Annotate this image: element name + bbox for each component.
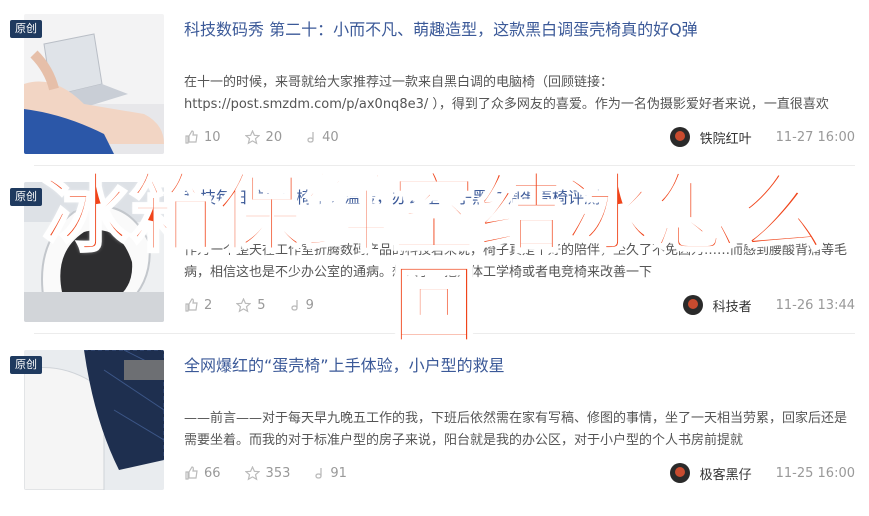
star-icon: [244, 129, 260, 145]
comment-icon: [290, 300, 298, 311]
publish-time: 11-26 13:44: [775, 297, 855, 313]
favorite-count: 5: [257, 297, 266, 313]
article-card[interactable]: 原创 科技每日推：小椅子大温暖，办公室椅子黑白调蛋壳椅评测 作为一个整天在工作室…: [10, 168, 855, 334]
article-author[interactable]: 极客黑仔 11-25 16:00: [669, 462, 855, 484]
article-excerpt: ——前言——对于每天早九晚五工作的我，下班后依然需在家有写稿、修图的事情，坐了一…: [184, 411, 848, 448]
avatar[interactable]: [682, 295, 703, 315]
favorite-count: 20: [265, 129, 283, 145]
article-stats: 66 353 91: [184, 464, 371, 482]
thumb-up-icon: [185, 130, 198, 144]
article-card[interactable]: 原创 全网爆红的“蛋壳椅”上手体验，小户型的救星 ——前言——对于每天早九晚五工…: [10, 336, 855, 502]
comment-count: 91: [330, 465, 347, 481]
comment-stat[interactable]: 9: [290, 298, 314, 313]
favorite-stat[interactable]: 353: [244, 465, 291, 481]
like-stat[interactable]: 10: [184, 130, 221, 145]
thumb-up-icon: [185, 466, 198, 480]
article-author[interactable]: 科技者 11-26 13:44: [682, 294, 855, 316]
article-thumbnail[interactable]: [24, 350, 164, 490]
article-title[interactable]: 科技数码秀 第二十：小而不凡、萌趣造型，这款黑白调蛋壳椅真的好Q弹: [184, 16, 854, 40]
article-excerpt: 作为一个整天在工作室折腾数码产品的科技君来说，椅子真是个好的陪伴，坐久了不免因为…: [184, 243, 848, 280]
avatar[interactable]: [669, 463, 690, 483]
thumb-up-icon: [185, 298, 198, 312]
article-card[interactable]: 原创 科技数码秀 第二十：小而不凡、萌趣造型，这款黑白调蛋壳椅真的好Q弹 在十一…: [10, 0, 855, 166]
star-icon: [244, 465, 260, 481]
original-badge: 原创: [10, 20, 42, 38]
divider: [34, 333, 855, 334]
egg-chair-photo-image: [24, 182, 164, 322]
publish-time: 11-27 16:00: [775, 129, 855, 145]
person-in-chair-photo-image: [24, 350, 164, 490]
comment-icon: [307, 132, 314, 143]
comment-stat[interactable]: 91: [314, 466, 347, 481]
publish-time: 11-25 16:00: [775, 465, 855, 481]
author-name[interactable]: 科技者: [713, 296, 752, 315]
star-icon: [236, 297, 252, 313]
like-count: 10: [204, 129, 221, 145]
favorite-count: 353: [265, 465, 291, 481]
like-stat[interactable]: 2: [184, 298, 212, 313]
laptop-photo-image: [24, 14, 164, 154]
author-name[interactable]: 极客黑仔: [700, 464, 752, 483]
favorite-stat[interactable]: 5: [236, 297, 266, 313]
article-author[interactable]: 铁院红叶 11-27 16:00: [669, 126, 855, 148]
article-title[interactable]: 全网爆红的“蛋壳椅”上手体验，小户型的救星: [184, 352, 854, 376]
article-feed: 原创 科技数码秀 第二十：小而不凡、萌趣造型，这款黑白调蛋壳椅真的好Q弹 在十一…: [0, 0, 869, 516]
like-stat[interactable]: 66: [184, 466, 221, 481]
comment-icon: [315, 468, 323, 479]
article-stats: 2 5 9: [184, 296, 338, 314]
like-count: 66: [204, 465, 221, 481]
article-stats: 10 20 40: [184, 128, 363, 146]
comment-count: 40: [322, 129, 339, 145]
original-badge: 原创: [10, 188, 42, 206]
article-thumbnail[interactable]: [24, 14, 164, 154]
comment-count: 9: [305, 297, 314, 313]
author-name[interactable]: 铁院红叶: [700, 128, 752, 147]
comment-stat[interactable]: 40: [306, 130, 339, 145]
like-count: 2: [204, 297, 213, 313]
article-excerpt: 在十一的时候，来哥就给大家推荐过一款来自黑白调的电脑椅（回顾链接：https:/…: [184, 75, 829, 112]
article-thumbnail[interactable]: [24, 182, 164, 322]
avatar[interactable]: [669, 127, 690, 147]
divider: [34, 165, 855, 166]
original-badge: 原创: [10, 356, 42, 374]
favorite-stat[interactable]: 20: [244, 129, 283, 145]
article-title[interactable]: 科技每日推：小椅子大温暖，办公室椅子黑白调蛋壳椅评测: [184, 184, 854, 208]
